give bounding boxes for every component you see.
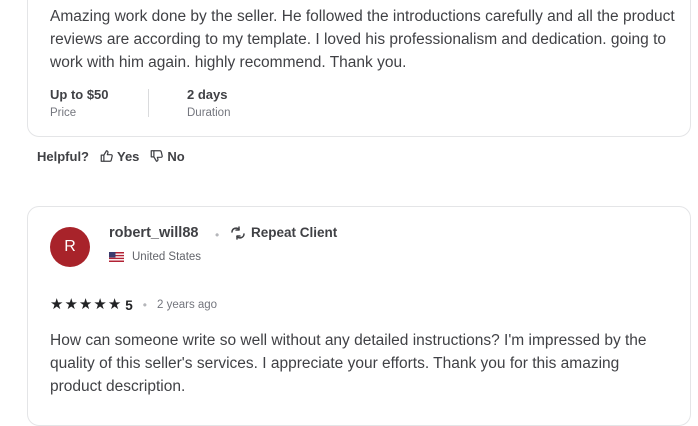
duration-value: 2 days	[187, 87, 228, 102]
review-text: Amazing work done by the seller. He foll…	[50, 8, 675, 71]
separator-dot: •	[215, 228, 220, 242]
review-card: Amazing work done by the seller. He foll…	[27, 0, 691, 137]
repeat-icon	[231, 225, 245, 240]
reviewer-country: United States	[109, 251, 201, 263]
duration-info: 2 days Duration	[187, 87, 230, 121]
star-icon: ★	[93, 296, 107, 313]
star-icon: ★	[107, 296, 122, 313]
star-rating: ★ ★ ★ ★ ★	[50, 297, 122, 313]
helpful-yes-label: Yes	[117, 148, 140, 164]
price-info: Up to $50 Price	[50, 87, 148, 121]
meta-divider	[148, 89, 149, 117]
avatar-initial: R	[64, 238, 76, 255]
thumbs-down-icon	[151, 150, 164, 162]
helpful-yes-button[interactable]: Yes	[99, 149, 139, 164]
price-label: Price	[50, 107, 77, 119]
price-value: Up to $50	[50, 87, 109, 102]
duration-label: Duration	[187, 107, 231, 119]
helpful-no-label: No	[167, 148, 185, 164]
star-icon: ★	[50, 296, 64, 313]
avatar[interactable]: R	[50, 227, 90, 267]
us-flag-icon	[109, 252, 124, 262]
helpful-label: Helpful?	[37, 148, 89, 164]
country-name: United States	[132, 251, 202, 263]
review-text: How can someone write so well without an…	[50, 332, 647, 395]
repeat-client-badge: Repeat Client	[230, 225, 337, 240]
star-icon: ★	[64, 296, 78, 313]
star-icon: ★	[78, 296, 93, 313]
order-meta: Up to $50 Price 2 days Duration	[50, 87, 230, 121]
repeat-client-label: Repeat Client	[251, 225, 338, 240]
review-card: R robert_will88 • Repeat Client United S…	[27, 206, 691, 426]
review-time: 2 years ago	[156, 299, 218, 311]
separator-dot: •	[142, 298, 147, 312]
review-rating: ★ ★ ★ ★ ★ 5 • 2 years ago	[50, 297, 217, 313]
rating-value: 5	[125, 297, 133, 313]
reviewer-username[interactable]: robert_will88	[109, 225, 198, 241]
thumbs-up-icon	[100, 150, 113, 162]
helpful-no-button[interactable]: No	[149, 148, 185, 164]
helpful-row: Helpful? Yes No	[37, 146, 195, 166]
